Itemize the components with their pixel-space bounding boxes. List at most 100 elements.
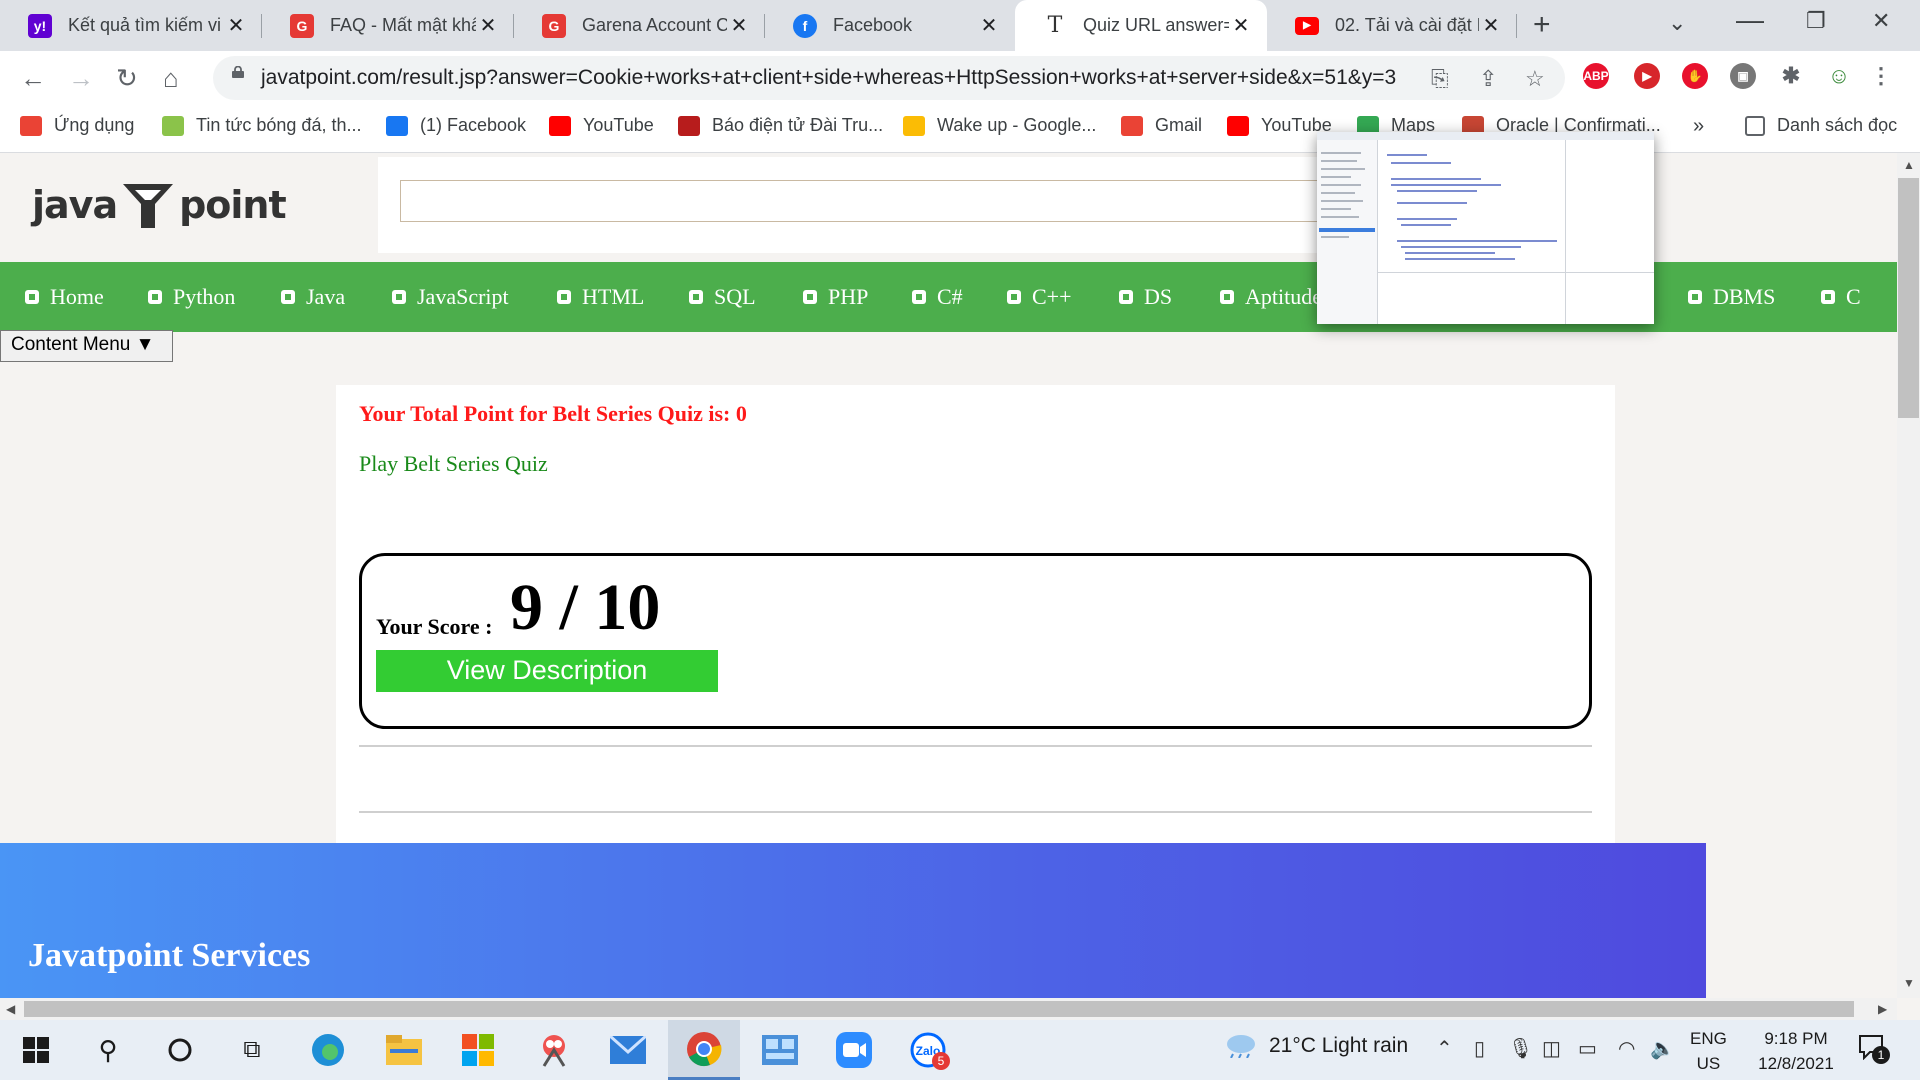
extensions-puzzle-icon[interactable]: ✱ (1778, 63, 1804, 89)
menu-dots-icon[interactable]: ⋮ (1868, 63, 1894, 89)
forward-button[interactable]: → (68, 63, 94, 94)
close-tab-icon[interactable]: ✕ (476, 13, 500, 38)
wifi-icon[interactable]: ◠ (1618, 1036, 1635, 1061)
clock[interactable]: 9:18 PM 12/8/2021 (1740, 1026, 1852, 1076)
menu-item-python[interactable]: Python (145, 284, 235, 310)
tab-garena-faq[interactable]: G FAQ - Mất mật khẩ ✕ (262, 0, 514, 51)
menu-item-php[interactable]: PHP (800, 284, 868, 310)
adblock-plus-icon[interactable]: ABP (1583, 63, 1609, 89)
close-window-button[interactable]: ✕ (1872, 8, 1890, 34)
device-icon[interactable]: ▯ (1474, 1036, 1485, 1061)
control-panel-icon[interactable] (760, 1030, 800, 1070)
tab-yahoo-search[interactable]: y! Kết quả tìm kiếm vi ✕ (0, 0, 262, 51)
bookmark-item[interactable]: Ứng dụng (20, 115, 134, 136)
show-hidden-icons-chevron-icon[interactable]: ⌃ (1436, 1036, 1453, 1061)
tab-facebook[interactable]: f Facebook ✕ (765, 0, 1015, 51)
zoom-icon[interactable] (834, 1030, 874, 1070)
close-tab-icon[interactable]: ✕ (977, 13, 1001, 38)
tab-garena-account[interactable]: G Garena Account Ce ✕ (514, 0, 765, 51)
bookmark-item[interactable]: Báo điện tử Đài Tru... (678, 115, 883, 136)
javatpoint-logo[interactable]: java point (32, 178, 287, 232)
bookmark-item[interactable]: Gmail (1121, 115, 1202, 136)
translate-icon[interactable]: ⎘ (1431, 66, 1449, 92)
restore-button[interactable]: ❐ (1806, 8, 1826, 34)
sql-icon (686, 287, 706, 307)
bookmark-item[interactable]: YouTube (549, 115, 654, 136)
menu-item-c-[interactable]: C++ (1004, 284, 1072, 310)
url-text[interactable]: javatpoint.com/result.jsp?answer=Cookie+… (261, 66, 1396, 90)
microphone-icon[interactable]: 🎙 (1508, 1036, 1533, 1061)
vertical-scroll-thumb[interactable] (1898, 178, 1919, 418)
scroll-down-arrow-icon[interactable]: ▼ (1903, 976, 1915, 990)
search-icon[interactable]: ⚲ (88, 1030, 128, 1070)
play-quiz-link[interactable]: Play Belt Series Quiz (359, 451, 548, 477)
stop-extension-icon[interactable]: ✋ (1682, 63, 1708, 89)
football-news-icon (162, 115, 184, 136)
new-tab-button[interactable]: + (1533, 8, 1551, 42)
tab-search-chevron-icon[interactable]: ⌄ (1668, 10, 1686, 36)
camera-icon[interactable]: ◫ (1542, 1036, 1561, 1061)
aptitude-icon (1217, 287, 1237, 307)
language-indicator[interactable]: ENG US (1690, 1026, 1727, 1076)
menu-item-label: PHP (828, 284, 869, 309)
minimize-button[interactable]: — (1736, 4, 1764, 36)
battery-icon[interactable]: ▭ (1578, 1036, 1597, 1061)
cortana-icon[interactable] (160, 1030, 200, 1070)
bookmark-item[interactable]: Tin tức bóng đá, th... (162, 115, 361, 136)
volume-icon[interactable]: 🔈 (1650, 1036, 1675, 1061)
bookmarks-overflow-button[interactable]: » (1693, 115, 1704, 138)
windows-start-icon[interactable] (16, 1030, 56, 1070)
menu-item-sql[interactable]: SQL (686, 284, 756, 310)
menu-item-c-[interactable]: C# (909, 284, 963, 310)
notification-center-icon[interactable]: 1 (1858, 1034, 1890, 1066)
content-menu-button[interactable]: Content Menu ▼ (0, 330, 173, 362)
csharp-icon (909, 287, 929, 307)
scroll-left-arrow-icon[interactable]: ◀ (6, 1002, 15, 1016)
scroll-right-arrow-icon[interactable]: ▶ (1878, 1002, 1887, 1016)
bookmark-star-icon[interactable]: ☆ (1525, 66, 1545, 92)
bookmark-label: Báo điện tử Đài Tru... (712, 115, 884, 135)
horizontal-scroll-thumb[interactable] (24, 1001, 1854, 1017)
edge-browser-icon[interactable] (308, 1030, 348, 1070)
menu-item-html[interactable]: HTML (554, 284, 644, 310)
microsoft-store-icon[interactable] (458, 1030, 498, 1070)
view-description-button[interactable]: View Description (376, 650, 718, 692)
notes-extension-icon[interactable]: ▣ (1730, 63, 1756, 89)
back-button[interactable]: ← (20, 63, 46, 94)
scroll-up-arrow-icon[interactable]: ▲ (1903, 158, 1915, 172)
tab-title: 02. Tải và cài đặt M (1335, 15, 1479, 35)
snipping-tool-icon[interactable] (534, 1030, 574, 1070)
home-button[interactable]: ⌂ (163, 63, 179, 94)
reading-list-button[interactable]: Danh sách đọc (1745, 115, 1897, 136)
bookmark-item[interactable]: Wake up - Google... (903, 115, 1096, 136)
menu-item-aptitude[interactable]: Aptitude (1217, 284, 1322, 310)
chrome-taskbar-button[interactable] (668, 1020, 740, 1080)
site-search-input[interactable] (400, 180, 1380, 222)
tab-youtube-video[interactable]: ▶ 02. Tải và cài đặt M ✕ (1267, 0, 1517, 51)
zalo-icon[interactable]: Zalo 5 (908, 1030, 950, 1070)
window-thumbnail-preview[interactable] (1317, 132, 1654, 324)
reload-button[interactable]: ↻ (116, 63, 138, 94)
close-tab-icon[interactable]: ✕ (224, 13, 248, 38)
menu-item-javascript[interactable]: JavaScript (389, 284, 509, 310)
menu-item-label: SQL (714, 284, 756, 309)
task-view-icon[interactable]: ⧉ (232, 1030, 272, 1070)
menu-item-java[interactable]: Java (278, 284, 345, 310)
weather-widget[interactable]: 21°C Light rain (1225, 1034, 1408, 1058)
menu-item-ds[interactable]: DS (1116, 284, 1172, 310)
menu-item-dbms[interactable]: DBMS (1685, 284, 1775, 310)
menu-item-home[interactable]: Home (22, 284, 104, 310)
tab-quiz-result[interactable]: T Quiz URL answer=C ✕ (1015, 0, 1267, 51)
address-bar[interactable]: javatpoint.com/result.jsp?answer=Cookie+… (213, 56, 1565, 100)
media-extension-icon[interactable]: ▶ (1634, 63, 1660, 89)
close-tab-icon[interactable]: ✕ (1479, 13, 1503, 38)
close-tab-icon[interactable]: ✕ (1229, 13, 1253, 38)
share-icon[interactable]: ⇪ (1479, 66, 1497, 92)
menu-item-c[interactable]: C (1818, 284, 1861, 310)
profile-avatar-icon[interactable]: ☺ (1826, 63, 1852, 89)
close-tab-icon[interactable]: ✕ (727, 13, 751, 38)
services-title: Javatpoint Services (28, 937, 311, 974)
file-explorer-icon[interactable] (384, 1030, 424, 1070)
bookmark-item[interactable]: (1) Facebook (386, 115, 526, 136)
mail-icon[interactable] (608, 1030, 648, 1070)
